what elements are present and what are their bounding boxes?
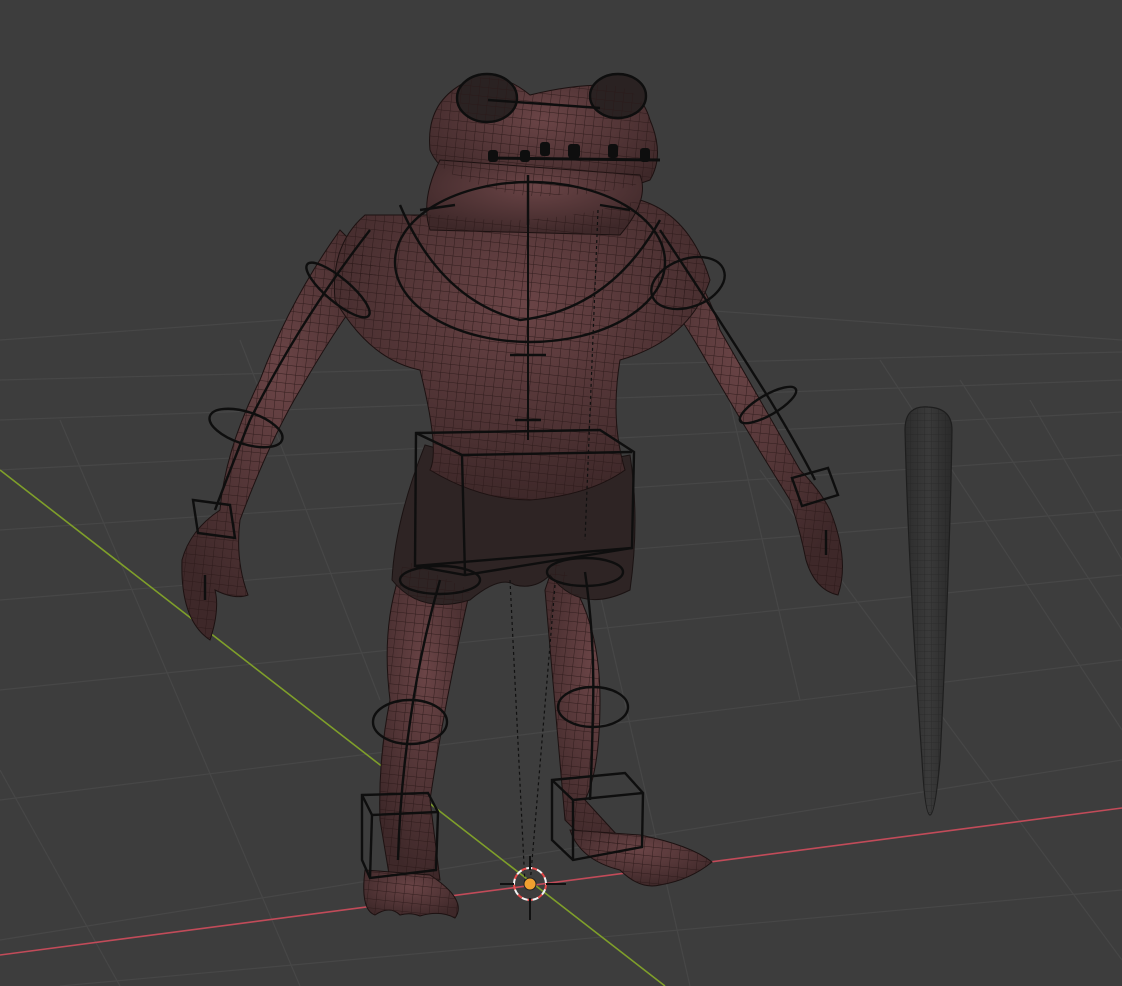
frog-character-mesh[interactable] <box>181 73 843 919</box>
3d-viewport[interactable] <box>0 0 1122 986</box>
viewport-canvas[interactable] <box>0 0 1122 986</box>
x-axis-line <box>0 807 1122 956</box>
tapered-stick-mesh[interactable] <box>904 406 953 816</box>
